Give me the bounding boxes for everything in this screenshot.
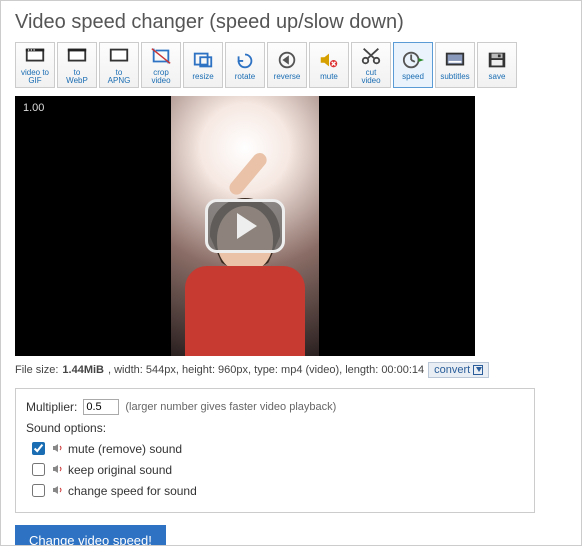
- multiplier-input[interactable]: [83, 399, 119, 415]
- tool-label: to APNG: [108, 69, 131, 85]
- tool-video-to-gif[interactable]: video to GIF: [15, 42, 55, 88]
- mute-icon: [317, 49, 341, 71]
- to-webp-icon: [65, 45, 89, 67]
- sound-option-label: mute (remove) sound: [68, 442, 182, 456]
- tool-save[interactable]: save: [477, 42, 517, 88]
- sound-options-label: Sound options:: [26, 421, 524, 435]
- cut-video-icon: [359, 45, 383, 67]
- tool-label: mute: [320, 73, 338, 81]
- tool-to-apng[interactable]: to APNG: [99, 42, 139, 88]
- tool-label: save: [489, 73, 506, 81]
- mute-sound-checkbox[interactable]: [32, 442, 45, 455]
- save-icon: [485, 49, 509, 71]
- sound-icon: [52, 484, 64, 498]
- sound-option-keep-sound: keep original sound: [26, 460, 524, 479]
- tool-reverse[interactable]: reverse: [267, 42, 307, 88]
- tool-label: rotate: [235, 73, 255, 81]
- tool-resize[interactable]: resize: [183, 42, 223, 88]
- tool-label: reverse: [274, 73, 301, 81]
- sound-option-label: keep original sound: [68, 463, 172, 477]
- crop-video-icon: [149, 45, 173, 67]
- video-to-gif-icon: [23, 45, 47, 67]
- sound-icon: [52, 463, 64, 477]
- page-title: Video speed changer (speed up/slow down): [15, 11, 567, 34]
- play-icon: [237, 213, 257, 239]
- tool-to-webp[interactable]: to WebP: [57, 42, 97, 88]
- file-size-value: 1.44MiB: [62, 364, 104, 376]
- convert-label: convert: [434, 364, 470, 376]
- tool-cut-video[interactable]: cut video: [351, 42, 391, 88]
- convert-button[interactable]: convert: [428, 362, 489, 378]
- tool-label: to WebP: [66, 69, 88, 85]
- tool-mute[interactable]: mute: [309, 42, 349, 88]
- sound-icon: [52, 442, 64, 456]
- tool-label: speed: [402, 73, 424, 81]
- tool-rotate[interactable]: rotate: [225, 42, 265, 88]
- file-info: File size: 1.44MiB , width: 544px, heigh…: [15, 362, 567, 378]
- subtitles-icon: [443, 49, 467, 71]
- resize-icon: [191, 49, 215, 71]
- keep-sound-checkbox[interactable]: [32, 463, 45, 476]
- to-apng-icon: [107, 45, 131, 67]
- sound-option-change-speed-sound: change speed for sound: [26, 481, 524, 500]
- toolbar: video to GIF to WebP to APNG crop video resi…: [15, 42, 567, 88]
- tool-subtitles[interactable]: subtitles: [435, 42, 475, 88]
- tool-label: crop video: [151, 69, 170, 85]
- reverse-icon: [275, 49, 299, 71]
- file-size-prefix: File size:: [15, 364, 58, 376]
- tool-label: resize: [192, 73, 213, 81]
- multiplier-hint: (larger number gives faster video playba…: [125, 401, 336, 413]
- file-info-rest: , width: 544px, height: 960px, type: mp4…: [108, 364, 424, 376]
- video-preview: 1.00: [15, 96, 475, 356]
- play-button[interactable]: [205, 199, 285, 253]
- tool-label: video to GIF: [21, 69, 49, 85]
- multiplier-label: Multiplier:: [26, 400, 77, 414]
- options-panel: Multiplier: (larger number gives faster …: [15, 388, 535, 513]
- tool-label: subtitles: [440, 73, 469, 81]
- rotate-icon: [233, 49, 257, 71]
- download-icon: [473, 365, 483, 375]
- tool-crop-video[interactable]: crop video: [141, 42, 181, 88]
- speed-icon: [401, 49, 425, 71]
- tool-speed[interactable]: speed: [393, 42, 433, 88]
- tool-label: cut video: [361, 69, 380, 85]
- change-speed-button[interactable]: Change video speed!: [15, 525, 166, 546]
- sound-option-label: change speed for sound: [68, 484, 197, 498]
- change-speed-sound-checkbox[interactable]: [32, 484, 45, 497]
- sound-option-mute-sound: mute (remove) sound: [26, 439, 524, 458]
- speed-overlay: 1.00: [23, 102, 44, 114]
